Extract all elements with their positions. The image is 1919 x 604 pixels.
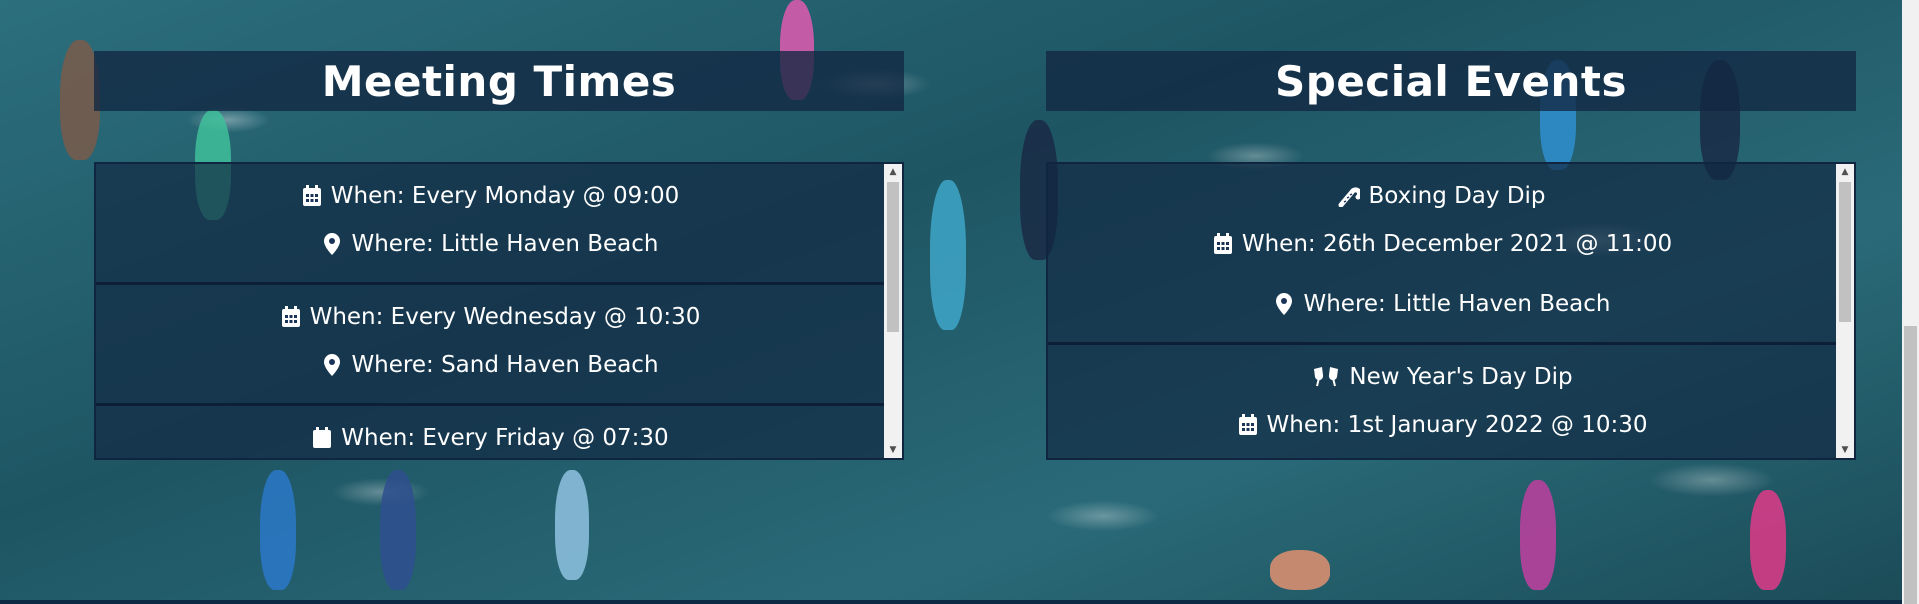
special-events-heading: Special Events <box>1046 51 1856 111</box>
event-where: Where: Little Haven Beach <box>1303 291 1611 317</box>
swimmer <box>380 470 416 590</box>
meeting-when: When: Every Wednesday @ 10:30 <box>309 304 701 330</box>
event-when: When: 26th December 2021 @ 11:00 <box>1241 231 1673 257</box>
calendar-icon <box>280 305 302 329</box>
swimmer <box>1750 490 1786 590</box>
footer-edge <box>0 600 1902 604</box>
scroll-thumb[interactable] <box>887 182 899 332</box>
map-marker-icon <box>321 232 343 256</box>
event-name: Boxing Day Dip <box>1368 183 1546 209</box>
meeting-times-heading: Meeting Times <box>94 51 904 111</box>
event-when: When: 1st January 2022 @ 10:30 <box>1266 412 1648 438</box>
event-item: Boxing Day Dip When: 26th December 2021 … <box>1048 164 1836 345</box>
meeting-where: Where: Little Haven Beach <box>351 231 659 257</box>
meeting-where: Where: Sand Haven Beach <box>351 352 659 378</box>
calendar-icon <box>1237 413 1259 437</box>
map-marker-icon <box>1273 292 1295 316</box>
scroll-up-icon[interactable]: ▲ <box>1836 164 1854 180</box>
page-scrollbar[interactable] <box>1902 0 1919 604</box>
meeting-scrollbar[interactable]: ▲ ▼ <box>884 164 902 458</box>
glass-cheers-icon <box>1311 365 1341 389</box>
calendar-icon <box>1212 232 1234 256</box>
swimmer <box>1520 480 1556 590</box>
scroll-down-icon[interactable]: ▼ <box>1836 442 1854 458</box>
scroll-up-icon[interactable]: ▲ <box>884 164 902 180</box>
map-marker-icon <box>321 353 343 377</box>
candy-cane-icon <box>1338 184 1361 208</box>
scroll-down-icon[interactable]: ▼ <box>884 442 902 458</box>
swimmer <box>1270 550 1330 590</box>
swimmer <box>555 470 589 580</box>
events-scrollbar[interactable]: ▲ ▼ <box>1836 164 1854 458</box>
event-item: New Year's Day Dip When: 1st January 202… <box>1048 345 1836 458</box>
event-name: New Year's Day Dip <box>1349 364 1573 390</box>
meeting-item: When: Every Wednesday @ 10:30 Where: San… <box>96 285 884 406</box>
meeting-item: When: Every Friday @ 07:30 <box>96 406 884 458</box>
special-events-panel[interactable]: Boxing Day Dip When: 26th December 2021 … <box>1046 162 1856 460</box>
meeting-when: When: Every Monday @ 09:00 <box>330 183 680 209</box>
swimmer <box>930 180 966 330</box>
calendar-icon <box>311 426 333 450</box>
meeting-item: When: Every Monday @ 09:00 Where: Little… <box>96 164 884 285</box>
swimmer <box>260 470 296 590</box>
meeting-when: When: Every Friday @ 07:30 <box>341 425 669 451</box>
calendar-icon <box>301 184 323 208</box>
meeting-times-panel[interactable]: When: Every Monday @ 09:00 Where: Little… <box>94 162 904 460</box>
page-scroll-thumb[interactable] <box>1904 326 1917 604</box>
scroll-thumb[interactable] <box>1839 182 1851 322</box>
